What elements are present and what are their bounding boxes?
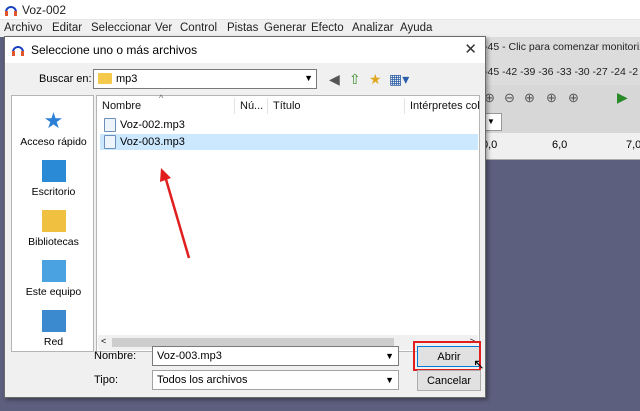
- audio-file-icon: [104, 135, 116, 149]
- file-row[interactable]: Voz-002.mp3: [100, 117, 478, 133]
- audio-file-icon: [104, 118, 116, 132]
- place-label: Acceso rápido: [20, 136, 87, 148]
- place-quick-access[interactable]: ★ Acceso rápido: [12, 108, 95, 149]
- meter-scale: -45 -42 -39 -36 -33 -30 -27 -24 -2: [484, 66, 639, 78]
- menu-analizar[interactable]: Analizar: [352, 22, 394, 34]
- place-network[interactable]: Red: [12, 310, 95, 348]
- meter-scale-toolbar: -45 -42 -39 -36 -33 -30 -27 -24 -2: [480, 59, 640, 85]
- device-toolbar: ▼: [480, 111, 640, 133]
- mouse-cursor-icon: ↖: [473, 356, 485, 372]
- menu-archivo[interactable]: Archivo: [4, 22, 42, 34]
- place-label: Red: [43, 336, 64, 348]
- menu-seleccionar[interactable]: Seleccionar: [91, 22, 151, 34]
- timeline-ruler[interactable]: 0,0 6,0 7,0: [480, 133, 640, 160]
- menu-generar[interactable]: Generar: [264, 22, 306, 34]
- chevron-down-icon[interactable]: ▼: [304, 73, 313, 83]
- menu-ayuda[interactable]: Ayuda: [400, 22, 432, 34]
- network-icon: [41, 310, 66, 332]
- cancel-button[interactable]: Cancelar: [417, 370, 481, 391]
- close-icon[interactable]: ✕: [464, 40, 477, 58]
- libraries-icon: [41, 210, 66, 232]
- lookin-label: Buscar en:: [39, 73, 92, 85]
- fit-selection-icon[interactable]: ⊕: [524, 90, 535, 106]
- zoom-toggle-icon[interactable]: ⊕: [568, 90, 579, 106]
- view-menu-icon[interactable]: ▦▾: [389, 71, 409, 88]
- file-name: Voz-003.mp3: [120, 136, 185, 148]
- column-header-name[interactable]: Nombre: [102, 100, 141, 112]
- menu-editar[interactable]: Editar: [52, 22, 82, 34]
- filetype-value: Todos los archivos: [157, 374, 248, 386]
- app-titlebar: Voz-002: [0, 0, 640, 20]
- column-separator[interactable]: [267, 98, 268, 114]
- column-header-number[interactable]: Nú...: [240, 100, 263, 112]
- menu-control[interactable]: Control: [180, 22, 217, 34]
- fit-project-icon[interactable]: ⊕: [546, 90, 557, 106]
- place-this-pc[interactable]: Este equipo: [12, 260, 95, 298]
- sort-up-icon: ^: [159, 93, 164, 103]
- lookin-dropdown[interactable]: mp3 ▼: [93, 69, 317, 89]
- track-area[interactable]: [480, 160, 640, 411]
- menu-efecto[interactable]: Efecto: [311, 22, 344, 34]
- back-icon[interactable]: ◀: [329, 71, 340, 88]
- chevron-down-icon[interactable]: ▼: [385, 351, 394, 361]
- desktop-icon: [41, 160, 66, 182]
- app-title: Voz-002: [22, 3, 67, 17]
- star-icon: ★: [43, 108, 64, 133]
- meter-hint[interactable]: -45 - Clic para comenzar monitorizació: [484, 41, 640, 53]
- filename-label: Nombre:: [94, 350, 137, 362]
- lookin-value: mp3: [116, 73, 138, 85]
- column-separator[interactable]: [404, 98, 405, 114]
- column-header-artists[interactable]: Intérpretes colab: [410, 100, 480, 112]
- zoom-toolbar: ⊕ ⊖ ⊕ ⊕ ⊕ ▶: [480, 85, 640, 111]
- ruler-tick: 7,0: [626, 139, 640, 151]
- folder-icon: [98, 73, 112, 84]
- menu-bar: Archivo Editar Seleccionar Ver Control P…: [0, 20, 640, 37]
- menu-pistas[interactable]: Pistas: [227, 22, 258, 34]
- menu-ver[interactable]: Ver: [155, 22, 172, 34]
- red-highlight-box: [413, 341, 481, 371]
- computer-icon: [41, 260, 66, 282]
- chevron-down-icon[interactable]: ▼: [385, 375, 394, 385]
- open-file-dialog: Seleccione uno o más archivos ✕ Buscar e…: [4, 36, 486, 398]
- filename-value: Voz-003.mp3: [157, 350, 222, 362]
- new-folder-icon[interactable]: ★: [369, 71, 382, 88]
- meter-toolbar[interactable]: -45 - Clic para comenzar monitorizació: [480, 37, 640, 59]
- red-annotation-arrow: [160, 168, 191, 259]
- filetype-select[interactable]: Todos los archivos ▼: [152, 370, 399, 390]
- places-bar: ★ Acceso rápido Escritorio Bibliotecas E…: [11, 95, 94, 352]
- filename-input[interactable]: Voz-003.mp3 ▼: [152, 346, 399, 366]
- ruler-tick: 6,0: [552, 139, 568, 151]
- audacity-headphones-icon: [12, 46, 24, 56]
- place-label: Este equipo: [25, 286, 82, 298]
- filetype-label: Tipo:: [94, 374, 119, 386]
- column-header-title[interactable]: Título: [273, 100, 301, 112]
- file-list[interactable]: ^ Nombre Nú... Título Intérpretes colab …: [96, 93, 480, 352]
- column-separator[interactable]: [234, 98, 235, 114]
- dialog-titlebar: Seleccione uno o más archivos ✕: [5, 37, 485, 63]
- scroll-left-icon[interactable]: <: [101, 336, 106, 346]
- place-libraries[interactable]: Bibliotecas: [12, 210, 95, 248]
- file-row-selected[interactable]: Voz-003.mp3: [100, 134, 478, 150]
- audacity-headphones-icon: [5, 6, 17, 16]
- dialog-title: Seleccione uno o más archivos: [31, 43, 198, 57]
- file-name: Voz-002.mp3: [120, 119, 185, 131]
- up-folder-icon[interactable]: ⇧: [349, 71, 361, 88]
- play-icon[interactable]: ▶: [617, 89, 628, 106]
- place-label: Escritorio: [31, 186, 76, 198]
- zoom-out-icon[interactable]: ⊖: [504, 90, 515, 106]
- place-desktop[interactable]: Escritorio: [12, 160, 95, 198]
- place-label: Bibliotecas: [28, 236, 79, 248]
